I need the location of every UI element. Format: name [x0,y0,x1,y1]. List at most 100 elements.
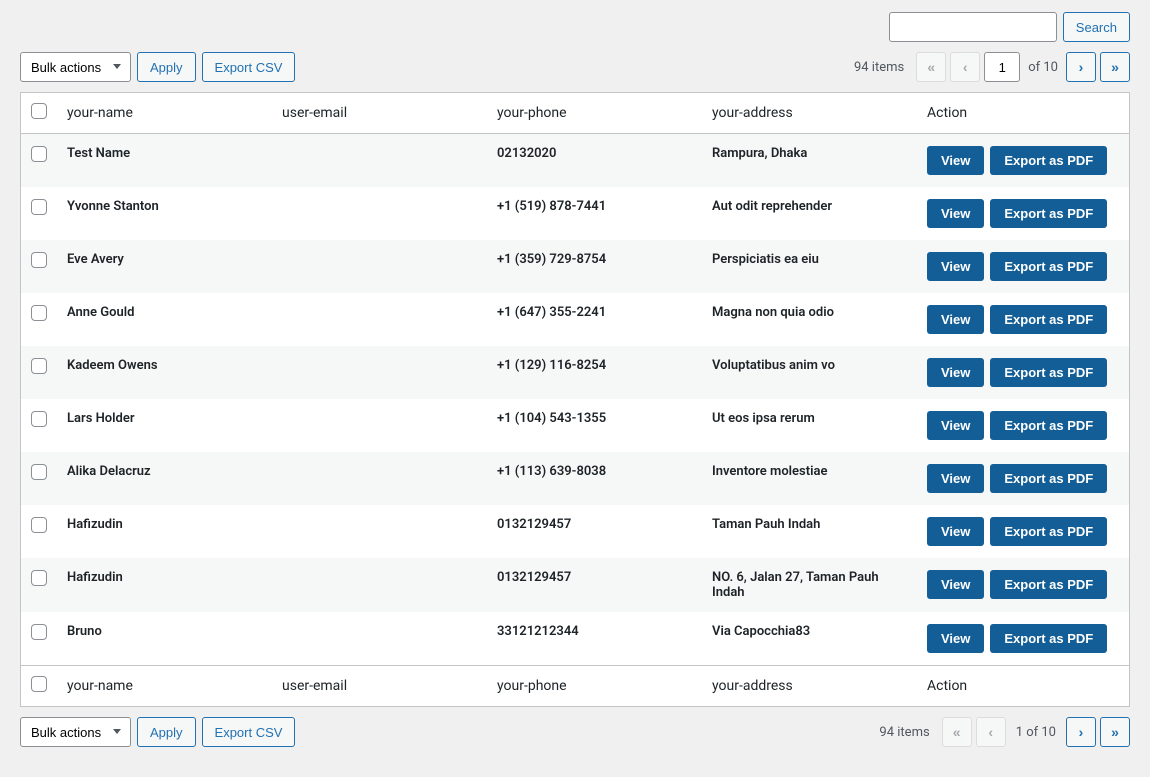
view-button[interactable]: View [927,146,984,175]
view-button[interactable]: View [927,411,984,440]
table-row: Hafizudin0132129457Taman Pauh IndahViewE… [21,505,1130,558]
column-header-address[interactable]: your-address [702,93,917,134]
column-footer-phone[interactable]: your-phone [487,666,702,707]
cell-phone: +1 (113) 639-8038 [487,452,702,505]
cell-address: Perspiciatis ea eiu [702,240,917,293]
cell-name: Lars Holder [57,399,272,452]
export-pdf-button[interactable]: Export as PDF [990,464,1107,493]
view-button[interactable]: View [927,464,984,493]
export-pdf-button[interactable]: Export as PDF [990,411,1107,440]
next-page-button[interactable]: › [1066,52,1096,82]
last-page-button[interactable]: » [1100,52,1130,82]
view-button[interactable]: View [927,358,984,387]
cell-phone: 33121212344 [487,612,702,666]
select-all-checkbox[interactable] [31,103,47,119]
cell-actions: ViewExport as PDF [917,187,1130,240]
export-csv-button-bottom[interactable]: Export CSV [202,717,296,747]
table-row: Test Name02132020Rampura, DhakaViewExpor… [21,134,1130,188]
column-footer-name[interactable]: your-name [57,666,272,707]
table-row: Lars Holder+1 (104) 543-1355Ut eos ipsa … [21,399,1130,452]
cell-name: Hafizudin [57,558,272,612]
chevron-left-icon: ‹ [963,59,968,75]
cell-phone: +1 (359) 729-8754 [487,240,702,293]
select-all-checkbox-footer[interactable] [31,676,47,692]
export-pdf-button[interactable]: Export as PDF [990,199,1107,228]
row-checkbox[interactable] [31,570,47,586]
row-checkbox[interactable] [31,358,47,374]
cell-email [272,452,487,505]
export-pdf-button[interactable]: Export as PDF [990,252,1107,281]
row-checkbox[interactable] [31,305,47,321]
export-csv-button[interactable]: Export CSV [202,52,296,82]
row-checkbox[interactable] [31,146,47,162]
cell-actions: ViewExport as PDF [917,452,1130,505]
cell-email [272,399,487,452]
next-page-button-bottom[interactable]: › [1066,717,1096,747]
export-pdf-button[interactable]: Export as PDF [990,305,1107,334]
cell-email [272,346,487,399]
search-input[interactable] [889,12,1057,42]
cell-address: Voluptatibus anim vo [702,346,917,399]
bulk-actions-select[interactable]: Bulk actions [20,52,131,82]
column-header-email[interactable]: user-email [272,93,487,134]
column-header-action: Action [917,93,1130,134]
view-button[interactable]: View [927,517,984,546]
export-pdf-button[interactable]: Export as PDF [990,624,1107,653]
cell-phone: 0132129457 [487,558,702,612]
cell-phone: +1 (104) 543-1355 [487,399,702,452]
cell-name: Anne Gould [57,293,272,346]
page-input[interactable] [984,52,1020,82]
cell-actions: ViewExport as PDF [917,293,1130,346]
chevron-left-icon: ‹ [988,724,993,740]
search-button[interactable]: Search [1063,12,1130,42]
page-of-text: of 10 [1024,60,1062,75]
apply-button[interactable]: Apply [137,52,196,82]
column-footer-address[interactable]: your-address [702,666,917,707]
table-row: Kadeem Owens+1 (129) 116-8254Voluptatibu… [21,346,1130,399]
cell-actions: ViewExport as PDF [917,346,1130,399]
view-button[interactable]: View [927,199,984,228]
apply-button-bottom[interactable]: Apply [137,717,196,747]
cell-actions: ViewExport as PDF [917,399,1130,452]
row-checkbox[interactable] [31,411,47,427]
row-checkbox[interactable] [31,624,47,640]
table-row: Eve Avery+1 (359) 729-8754Perspiciatis e… [21,240,1130,293]
export-pdf-button[interactable]: Export as PDF [990,517,1107,546]
cell-actions: ViewExport as PDF [917,134,1130,188]
cell-actions: ViewExport as PDF [917,612,1130,666]
items-count: 94 items [854,60,904,75]
cell-name: Alika Delacruz [57,452,272,505]
column-footer-email[interactable]: user-email [272,666,487,707]
export-pdf-button[interactable]: Export as PDF [990,570,1107,599]
last-page-button-bottom[interactable]: » [1100,717,1130,747]
table-row: Yvonne Stanton+1 (519) 878-7441Aut odit … [21,187,1130,240]
pagination-bottom: « ‹ 1 of 10 › » [942,717,1130,747]
export-pdf-button[interactable]: Export as PDF [990,358,1107,387]
cell-address: Taman Pauh Indah [702,505,917,558]
bulk-actions-select-bottom[interactable]: Bulk actions [20,717,131,747]
cell-email [272,240,487,293]
cell-phone: 0132129457 [487,505,702,558]
cell-actions: ViewExport as PDF [917,240,1130,293]
view-button[interactable]: View [927,252,984,281]
cell-address: NO. 6, Jalan 27, Taman Pauh Indah [702,558,917,612]
cell-email [272,612,487,666]
column-header-name[interactable]: your-name [57,93,272,134]
row-checkbox[interactable] [31,199,47,215]
export-pdf-button[interactable]: Export as PDF [990,146,1107,175]
view-button[interactable]: View [927,305,984,334]
column-footer-action: Action [917,666,1130,707]
prev-page-button: ‹ [950,52,980,82]
column-header-phone[interactable]: your-phone [487,93,702,134]
cell-name: Kadeem Owens [57,346,272,399]
cell-email [272,134,487,188]
table-row: Bruno33121212344Via Capocchia83ViewExpor… [21,612,1130,666]
view-button[interactable]: View [927,570,984,599]
cell-address: Rampura, Dhaka [702,134,917,188]
double-chevron-left-icon: « [953,724,961,740]
row-checkbox[interactable] [31,464,47,480]
row-checkbox[interactable] [31,252,47,268]
row-checkbox[interactable] [31,517,47,533]
page-text-bottom: 1 of 10 [1010,725,1062,740]
view-button[interactable]: View [927,624,984,653]
